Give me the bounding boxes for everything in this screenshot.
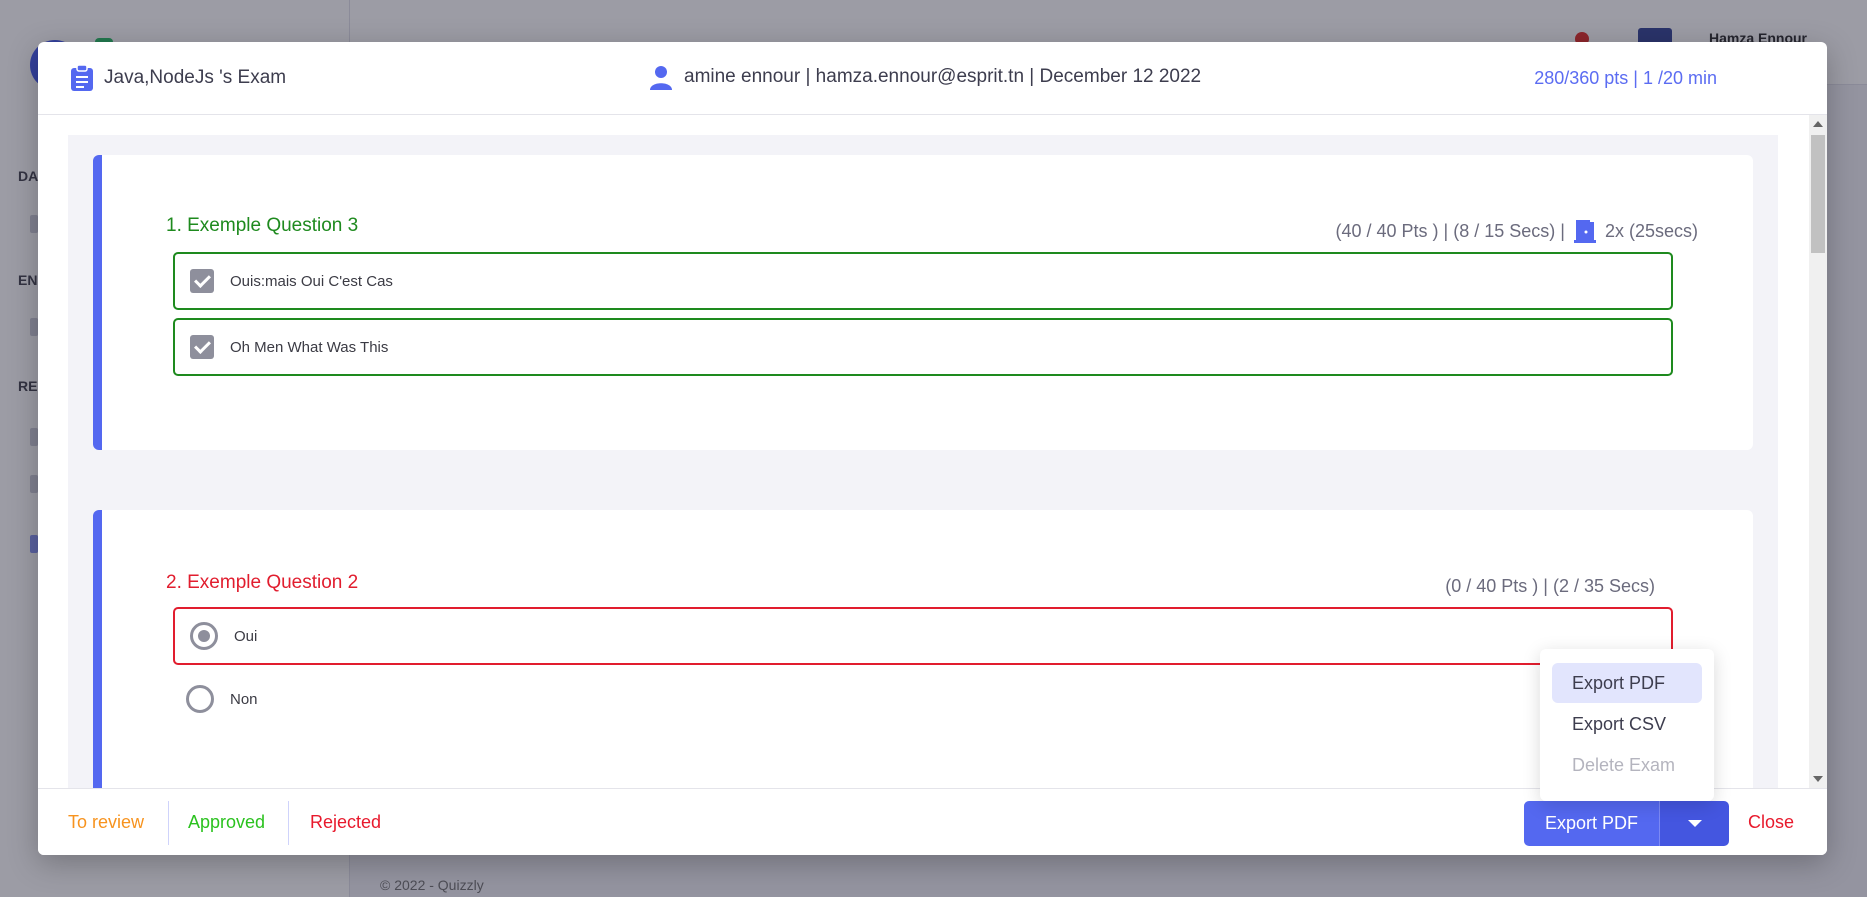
scrollbar[interactable] (1809, 115, 1827, 788)
close-button[interactable]: Close (1748, 789, 1794, 855)
score-info: 280/360 pts | 1 /20 min (1534, 68, 1717, 88)
menu-item-delete-exam: Delete Exam (1572, 754, 1676, 775)
approved-button[interactable]: Approved (188, 789, 265, 855)
answer-option[interactable]: Ouis:mais Oui C'est Cas (173, 252, 1673, 310)
rejected-button[interactable]: Rejected (310, 789, 381, 855)
candidate-info-group: amine ennour | hamza.ennour@esprit.tn | … (648, 64, 1201, 90)
user-icon (650, 66, 672, 90)
divider (168, 801, 169, 845)
answer-option[interactable]: Oui (173, 607, 1673, 665)
export-pdf-button[interactable]: Export PDF (1524, 801, 1659, 846)
question-points-time: (40 / 40 Pts ) | (8 / 15 Secs) | (1335, 220, 1565, 241)
door-exit-icon (1573, 220, 1596, 243)
answer-option[interactable]: Oh Men What Was This (173, 318, 1673, 376)
divider (288, 801, 289, 845)
exam-title: Java,NodeJs 's Exam (104, 67, 287, 88)
checkbox-checked-icon[interactable] (190, 335, 214, 359)
radio-icon[interactable] (186, 685, 214, 713)
answer-label: Oh Men What Was This (230, 338, 389, 356)
question-card: 2. Exemple Question 2 (0 / 40 Pts ) | (2… (93, 510, 1753, 788)
exam-title-group: Java,NodeJs 's Exam (70, 64, 286, 92)
scrollbar-thumb[interactable] (1811, 135, 1825, 253)
to-review-button[interactable]: To review (68, 789, 144, 855)
answer-label: Ouis:mais Oui C'est Cas (230, 272, 393, 290)
radio-icon[interactable] (190, 622, 218, 650)
answer-label: Oui (234, 627, 258, 645)
question-title: 2. Exemple Question 2 (166, 572, 359, 593)
scroll-down-icon[interactable] (1813, 776, 1823, 782)
clipboard-icon (71, 64, 93, 91)
export-dropdown-toggle[interactable] (1659, 801, 1729, 846)
scroll-up-icon[interactable] (1813, 121, 1823, 127)
question-title: 1. Exemple Question 3 (166, 215, 359, 236)
chevron-down-icon (1687, 820, 1702, 827)
question-meta: (40 / 40 Pts ) | (8 / 15 Secs) | 2x (25s… (1335, 218, 1698, 244)
question-meta: (0 / 40 Pts ) | (2 / 35 Secs) (1445, 576, 1655, 597)
checkbox-checked-icon[interactable] (190, 269, 214, 293)
exit-count: 2x (25secs) (1604, 220, 1698, 241)
question-points-time: (0 / 40 Pts ) | (2 / 35 Secs) (1445, 576, 1655, 596)
modal-header: Java,NodeJs 's Exam amine ennour | hamza… (38, 42, 1827, 115)
menu-item-export-csv[interactable]: Export CSV (1552, 704, 1702, 744)
question-card: 1. Exemple Question 3 (40 / 40 Pts ) | (… (93, 155, 1753, 450)
export-dropdown-menu: Export PDF Export CSV Delete Exam (1540, 649, 1714, 801)
answer-label: Non (230, 690, 258, 708)
answer-option[interactable]: Non (173, 670, 1673, 728)
questions-container: 1. Exemple Question 3 (40 / 40 Pts ) | (… (68, 135, 1778, 788)
menu-item-export-pdf[interactable]: Export PDF (1552, 663, 1702, 703)
candidate-info: amine ennour | hamza.ennour@esprit.tn | … (684, 66, 1202, 87)
